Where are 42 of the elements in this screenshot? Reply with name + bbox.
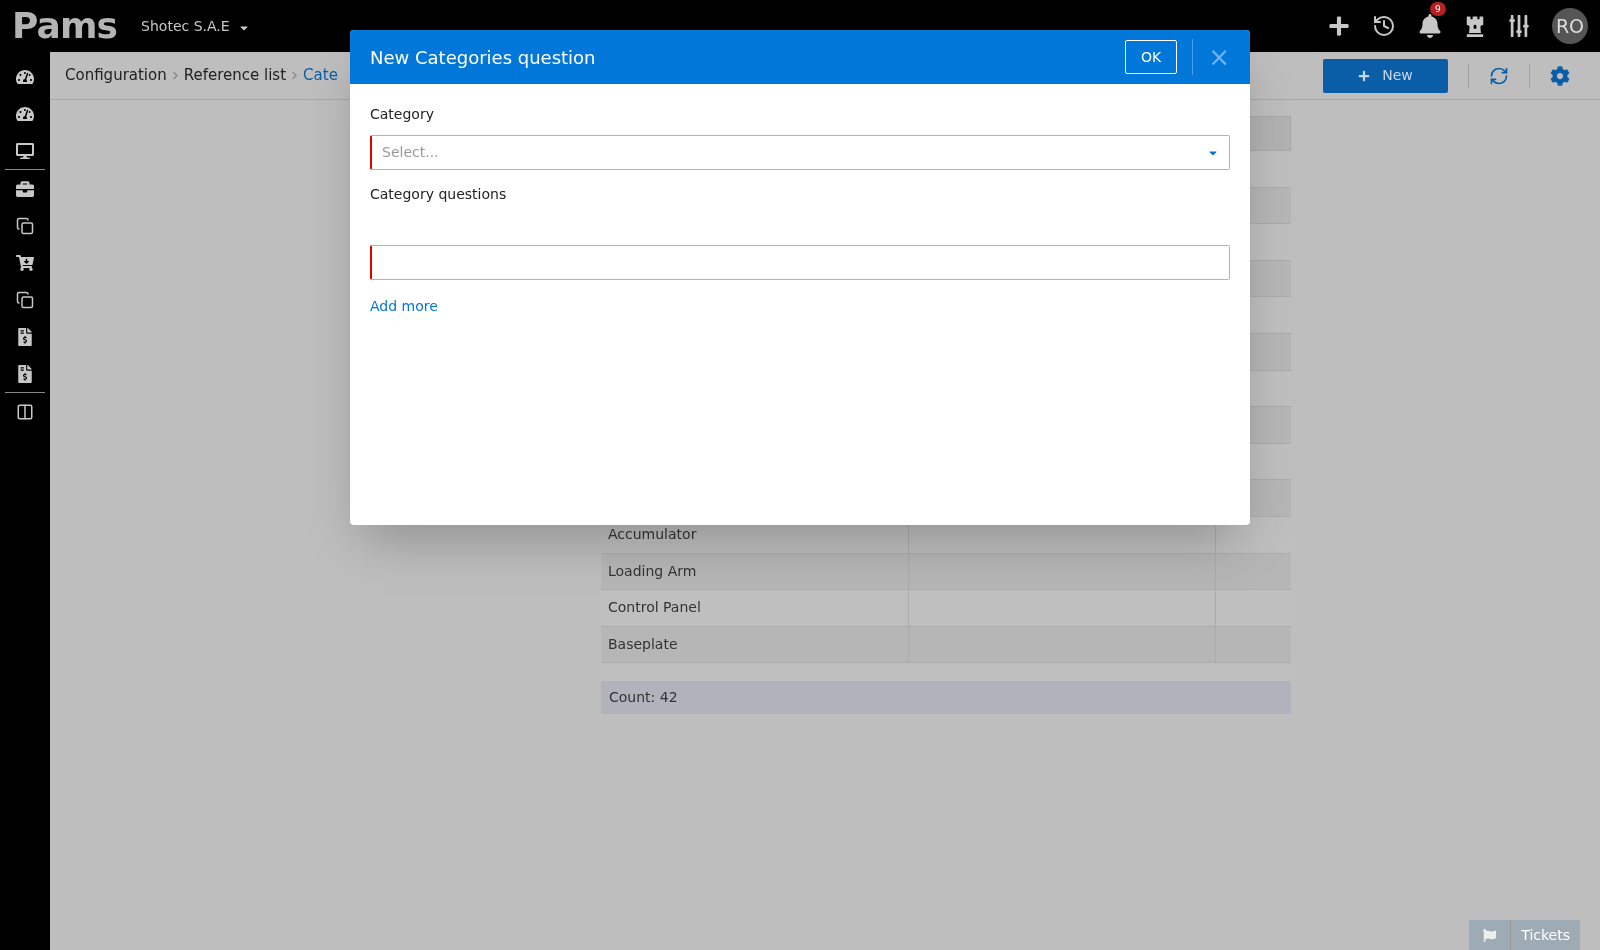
- field-label: Category: [370, 105, 435, 124]
- table-cell: Control Panel: [601, 590, 909, 626]
- tower-icon[interactable]: [1464, 15, 1486, 37]
- breadcrumb-link[interactable]: Cate: [303, 64, 338, 87]
- plus-icon: [1358, 69, 1371, 82]
- notification-badge: 9: [1430, 2, 1446, 16]
- logo[interactable]: Pams: [12, 8, 118, 44]
- monitor-icon[interactable]: [16, 141, 34, 160]
- invoice-icon[interactable]: [16, 327, 34, 346]
- select-placeholder: Select...: [382, 143, 439, 162]
- table-cell: Loading Arm: [601, 553, 909, 590]
- add-more-link[interactable]: Add more: [370, 296, 438, 317]
- columns-icon[interactable]: [16, 402, 34, 421]
- dialog-title: New Categories question: [370, 45, 596, 70]
- chevron-icon: [170, 71, 180, 80]
- squares-icon[interactable]: [16, 290, 34, 309]
- tickets-label: Tickets: [1520, 925, 1571, 945]
- flag-icon: [1483, 928, 1497, 942]
- ok-button[interactable]: OK: [1125, 40, 1178, 74]
- add-icon[interactable]: [1328, 15, 1350, 37]
- breadcrumb-link[interactable]: Reference list: [183, 64, 287, 87]
- question-input[interactable]: [370, 245, 1230, 280]
- table-cell: Baseplate: [601, 626, 909, 663]
- count-label: Count: 42: [609, 688, 678, 707]
- settings-icon[interactable]: [1550, 65, 1570, 86]
- cart-icon[interactable]: [16, 253, 34, 272]
- refresh-icon[interactable]: [1489, 65, 1509, 86]
- invoice-icon[interactable]: [16, 364, 34, 383]
- field-label: Category questions: [370, 185, 508, 204]
- gauge-icon[interactable]: [16, 67, 34, 86]
- new-button[interactable]: New: [1323, 58, 1448, 93]
- category-select[interactable]: Select...: [370, 135, 1230, 170]
- history-icon[interactable]: [1372, 14, 1396, 38]
- user-avatar[interactable]: RO: [1552, 8, 1588, 44]
- squares-icon[interactable]: [16, 216, 34, 235]
- briefcase-icon[interactable]: [16, 179, 34, 198]
- breadcrumb-link[interactable]: Configuration: [65, 64, 167, 87]
- gauge-icon[interactable]: [16, 104, 34, 123]
- company-dropdown[interactable]: Shotec S.A.E: [141, 15, 250, 37]
- sliders-icon[interactable]: [1508, 15, 1530, 37]
- chevron-icon: [290, 71, 300, 80]
- bell-icon[interactable]: [1418, 14, 1442, 38]
